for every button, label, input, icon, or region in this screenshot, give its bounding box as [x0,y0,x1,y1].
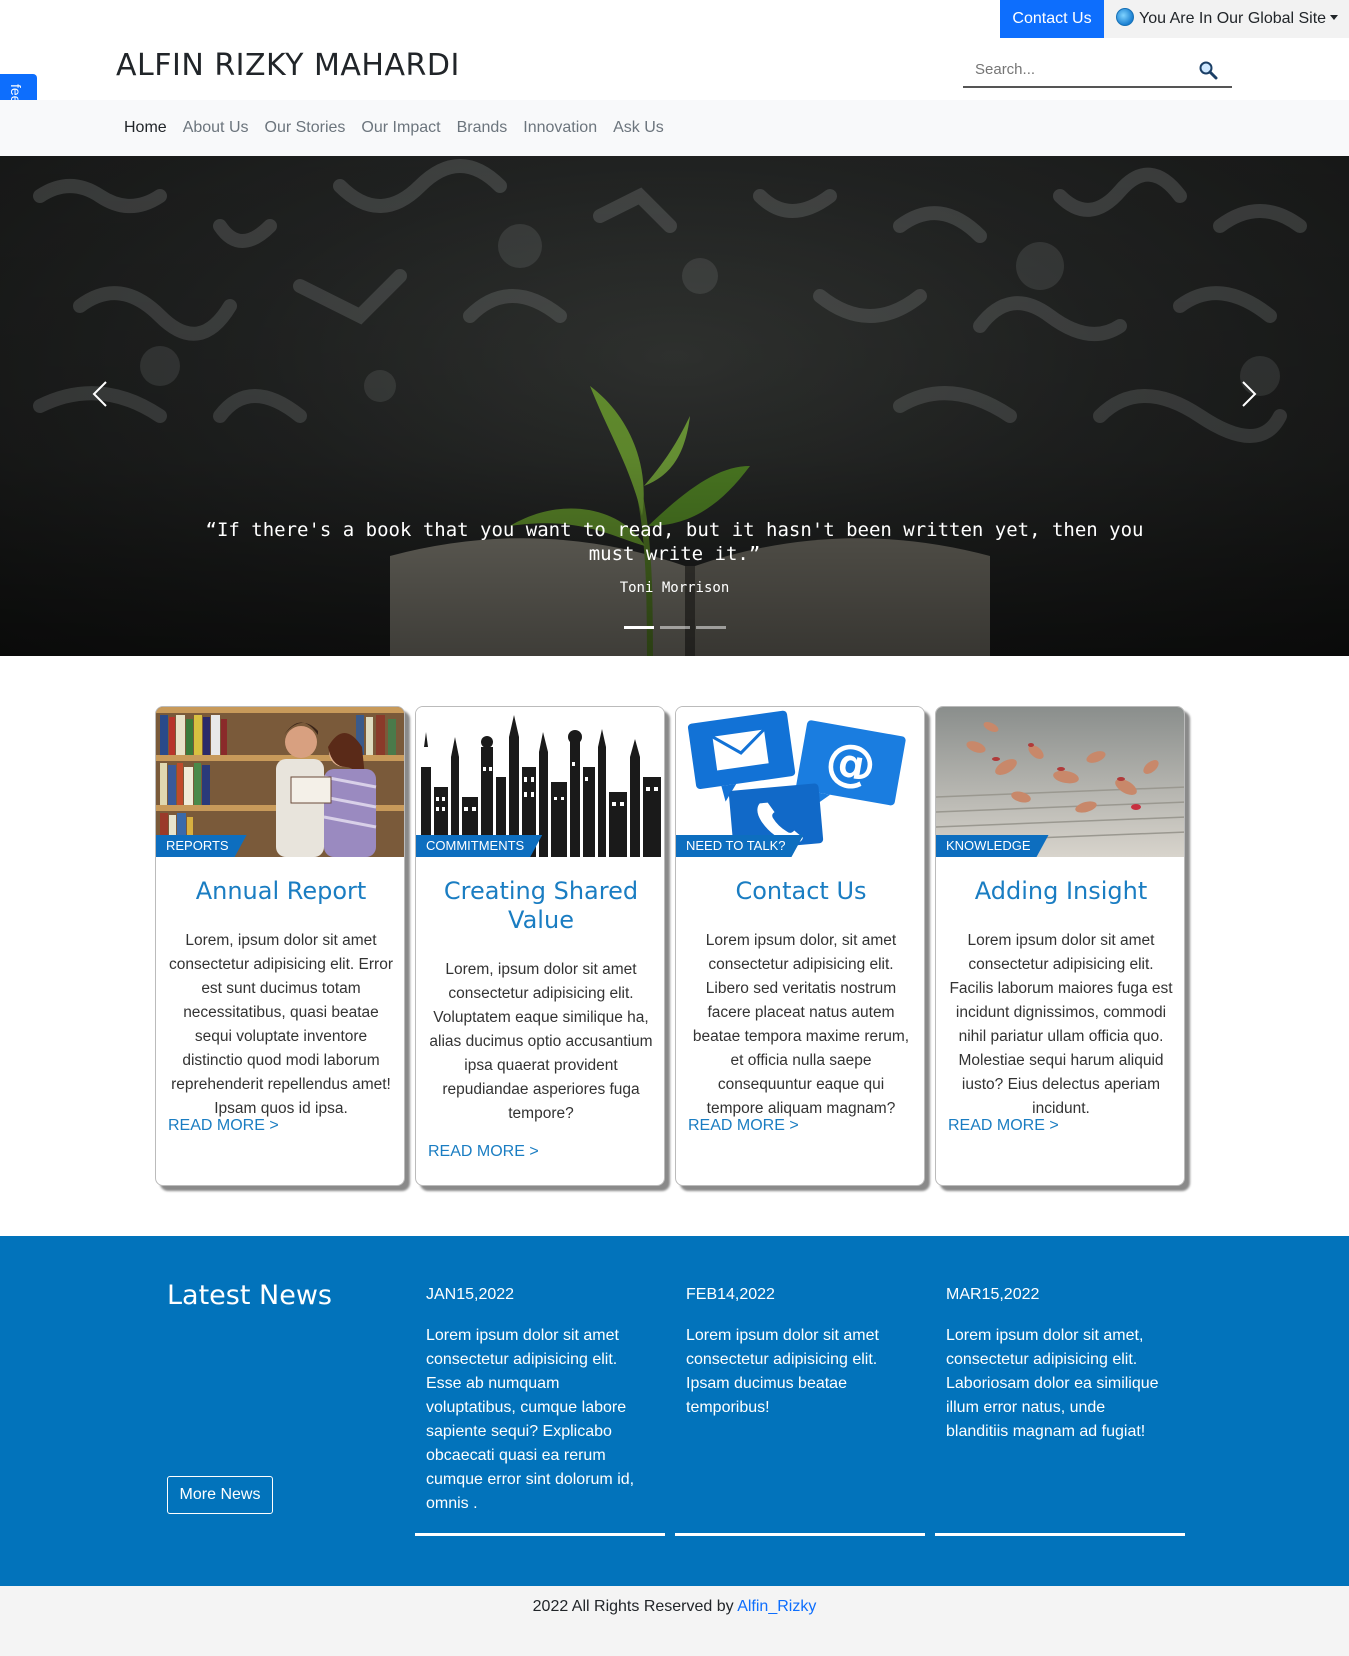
carousel-indicators [624,626,726,629]
nav-item-our-stories[interactable]: Our Stories [257,119,354,137]
hero-quote: “If there's a book that you want to read… [205,519,1144,565]
more-news-button[interactable]: More News [167,1476,273,1514]
card-adding-insight: KNOWLEDGE Adding Insight Lorem ipsum dol… [935,706,1185,1186]
nav-item-about-us[interactable]: About Us [175,119,257,137]
news-text: Lorem ipsum dolor sit amet, consectetur … [946,1327,1159,1440]
read-more-link[interactable]: READ MORE > [168,1117,279,1135]
search-icon[interactable] [1198,60,1218,80]
card-contact-us: @ NEED TO TALK? Contact Us Lorem ipsum d… [675,706,925,1186]
news-text: Lorem ipsum dolor sit amet consectetur a… [686,1327,879,1416]
nav-item-our-impact[interactable]: Our Impact [353,119,448,137]
footer-copyright: 2022 All Rights Reserved by [532,1598,738,1615]
nav-item-home[interactable]: Home [116,119,175,137]
caret-down-icon [1330,15,1339,20]
card-tag: REPORTS [156,835,247,857]
card-creating-shared-value: COMMITMENTS Creating Shared Value Lorem,… [415,706,665,1186]
news-item[interactable]: FEB14,2022 Lorem ipsum dolor sit amet co… [675,1286,925,1536]
news-item[interactable]: JAN15,2022 Lorem ipsum dolor sit amet co… [415,1286,665,1536]
card-image-pencil-shavings [936,707,1184,857]
main-nav: Home About Us Our Stories Our Impact Bra… [0,100,1349,156]
carousel-prev-arrow-icon[interactable] [86,374,116,414]
search-input[interactable] [963,53,1183,85]
card-image-skyline [416,707,664,857]
card-body: Lorem ipsum dolor sit amet consectetur a… [949,932,1173,1117]
news-date: JAN15,2022 [426,1286,515,1303]
nav-item-innovation[interactable]: Innovation [515,119,605,137]
card-body: Lorem, ipsum dolor sit amet consectetur … [429,961,653,1122]
carousel-indicator-3[interactable] [696,626,726,629]
site-footer: 2022 All Rights Reserved by Alfin_Rizky [0,1586,1349,1656]
card-title[interactable]: Annual Report [166,877,396,906]
read-more-link[interactable]: READ MORE > [948,1117,1059,1135]
global-site-dropdown[interactable]: You Are In Our Global Site [1104,0,1349,38]
global-site-label: You Are In Our Global Site [1139,10,1327,27]
carousel-indicator-1[interactable] [624,626,654,629]
news-text: Lorem ipsum dolor sit amet consectetur a… [426,1327,635,1512]
svg-text:@: @ [821,730,880,796]
card-image-library [156,707,404,857]
news-item[interactable]: MAR15,2022 Lorem ipsum dolor sit amet, c… [935,1286,1185,1536]
read-more-link[interactable]: READ MORE > [428,1143,539,1161]
search-box [963,53,1232,88]
card-title[interactable]: Adding Insight [946,877,1176,906]
footer-author-link[interactable]: Alfin_Rizky [737,1598,816,1615]
hero-quote-author: Toni Morrison [619,580,730,596]
read-more-link[interactable]: READ MORE > [688,1117,799,1135]
news-date: FEB14,2022 [686,1286,775,1303]
site-brand[interactable]: ALFIN RIZKY MAHARDI [116,48,460,83]
globe-icon [1116,8,1134,26]
card-body: Lorem ipsum dolor, sit amet consectetur … [692,932,910,1117]
card-tag: COMMITMENTS [416,835,542,857]
card-title[interactable]: Contact Us [686,877,916,906]
news-date: MAR15,2022 [946,1286,1040,1303]
top-bar: Contact Us You Are In Our Global Site [0,0,1349,38]
nav-item-brands[interactable]: Brands [449,119,516,137]
hero-carousel: “If there's a book that you want to read… [0,156,1349,656]
carousel-next-arrow-icon[interactable] [1233,374,1263,414]
card-tag: NEED TO TALK? [676,835,803,857]
contact-us-button[interactable]: Contact Us [1000,0,1104,38]
card-body: Lorem, ipsum dolor sit amet consectetur … [169,932,393,1117]
card-image-contact-icons: @ [676,707,924,857]
latest-news-section: Latest News More News JAN15,2022 Lorem i… [0,1236,1349,1586]
latest-news-heading: Latest News [167,1280,332,1311]
card-annual-report: REPORTS Annual Report Lorem, ipsum dolor… [155,706,405,1186]
nav-item-ask-us[interactable]: Ask Us [605,119,672,137]
card-tag: KNOWLEDGE [936,835,1049,857]
card-title[interactable]: Creating Shared Value [426,877,656,935]
carousel-indicator-2[interactable] [660,626,690,629]
